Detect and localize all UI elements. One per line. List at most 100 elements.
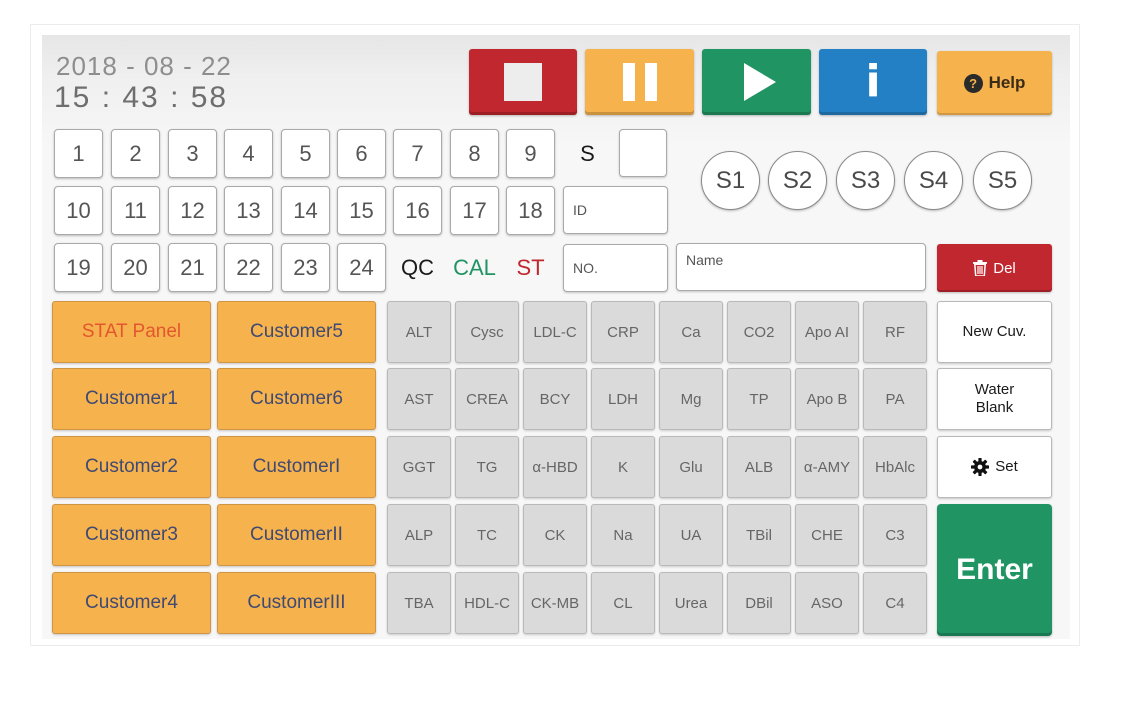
sample-key-10[interactable]: 10 xyxy=(54,186,103,235)
sample-key-17[interactable]: 17 xyxy=(450,186,499,235)
rack-s4-button[interactable]: S4 xyxy=(904,151,963,210)
test-che[interactable]: CHE xyxy=(795,504,859,566)
qc-button[interactable]: QC xyxy=(393,243,442,292)
sample-key-9[interactable]: 9 xyxy=(506,129,555,178)
sample-key-15[interactable]: 15 xyxy=(337,186,386,235)
test-tba[interactable]: TBA xyxy=(387,572,451,634)
water-blank-button[interactable]: Water Blank xyxy=(937,368,1052,430)
id-input[interactable]: ID xyxy=(563,186,668,234)
panel-customer4[interactable]: Customer4 xyxy=(52,572,211,634)
sample-key-11[interactable]: 11 xyxy=(111,186,160,235)
rack-s3-button[interactable]: S3 xyxy=(836,151,895,210)
test-hbalc[interactable]: HbAlc xyxy=(863,436,927,498)
sample-key-14[interactable]: 14 xyxy=(281,186,330,235)
test-bcy[interactable]: BCY xyxy=(523,368,587,430)
rack-s2-button[interactable]: S2 xyxy=(768,151,827,210)
panel-customer3[interactable]: Customer3 xyxy=(52,504,211,566)
test-tp[interactable]: TP xyxy=(727,368,791,430)
sample-key-19[interactable]: 19 xyxy=(54,243,103,292)
sample-key-2[interactable]: 2 xyxy=(111,129,160,178)
test-pa[interactable]: PA xyxy=(863,368,927,430)
sample-key-13[interactable]: 13 xyxy=(224,186,273,235)
sample-key-4[interactable]: 4 xyxy=(224,129,273,178)
panel-customeriii[interactable]: CustomerIII xyxy=(217,572,376,634)
sample-key-16[interactable]: 16 xyxy=(393,186,442,235)
panel-customer2[interactable]: Customer2 xyxy=(52,436,211,498)
cal-button[interactable]: CAL xyxy=(450,243,499,292)
test--amy[interactable]: α-AMY xyxy=(795,436,859,498)
sample-key-21[interactable]: 21 xyxy=(168,243,217,292)
new-cuvette-button[interactable]: New Cuv. xyxy=(937,301,1052,363)
test-rf[interactable]: RF xyxy=(863,301,927,363)
sample-blank-field[interactable] xyxy=(619,129,667,177)
sample-key-20[interactable]: 20 xyxy=(111,243,160,292)
test-tbil[interactable]: TBil xyxy=(727,504,791,566)
test-tc[interactable]: TC xyxy=(455,504,519,566)
test-mg[interactable]: Mg xyxy=(659,368,723,430)
start-button[interactable] xyxy=(702,49,811,115)
test-crea[interactable]: CREA xyxy=(455,368,519,430)
panel-customer5[interactable]: Customer5 xyxy=(217,301,376,363)
sample-key-22[interactable]: 22 xyxy=(224,243,273,292)
st-button[interactable]: ST xyxy=(506,243,555,292)
test-cl[interactable]: CL xyxy=(591,572,655,634)
enter-label: Enter xyxy=(956,553,1033,586)
test--hbd[interactable]: α-HBD xyxy=(523,436,587,498)
sample-key-8[interactable]: 8 xyxy=(450,129,499,178)
no-input[interactable]: NO. xyxy=(563,244,668,292)
test-apo-ai[interactable]: Apo AI xyxy=(795,301,859,363)
sample-key-23[interactable]: 23 xyxy=(281,243,330,292)
test-alt[interactable]: ALT xyxy=(387,301,451,363)
test-glu[interactable]: Glu xyxy=(659,436,723,498)
rack-s5-button[interactable]: S5 xyxy=(973,151,1032,210)
test-ldl-c[interactable]: LDL-C xyxy=(523,301,587,363)
delete-button[interactable]: Del xyxy=(937,244,1052,292)
test-dbil[interactable]: DBil xyxy=(727,572,791,634)
test-alb[interactable]: ALB xyxy=(727,436,791,498)
sample-key-5[interactable]: 5 xyxy=(281,129,330,178)
test-ck[interactable]: CK xyxy=(523,504,587,566)
stop-button[interactable] xyxy=(469,49,577,115)
test-urea[interactable]: Urea xyxy=(659,572,723,634)
sample-key-24[interactable]: 24 xyxy=(337,243,386,292)
sample-key-6[interactable]: 6 xyxy=(337,129,386,178)
pause-button[interactable] xyxy=(585,49,694,115)
sample-key-7[interactable]: 7 xyxy=(393,129,442,178)
test-apo-b[interactable]: Apo B xyxy=(795,368,859,430)
test-k[interactable]: K xyxy=(591,436,655,498)
test-c3[interactable]: C3 xyxy=(863,504,927,566)
enter-button[interactable]: Enter xyxy=(937,504,1052,636)
trash-icon xyxy=(973,260,988,276)
sample-key-12[interactable]: 12 xyxy=(168,186,217,235)
test-ck-mb[interactable]: CK-MB xyxy=(523,572,587,634)
panel-stat-panel[interactable]: STAT Panel xyxy=(52,301,211,363)
panel-customerii[interactable]: CustomerII xyxy=(217,504,376,566)
test-c4[interactable]: C4 xyxy=(863,572,927,634)
test-ua[interactable]: UA xyxy=(659,504,723,566)
test-hdl-c[interactable]: HDL-C xyxy=(455,572,519,634)
sample-key-3[interactable]: 3 xyxy=(168,129,217,178)
test-aso[interactable]: ASO xyxy=(795,572,859,634)
panel-customer6[interactable]: Customer6 xyxy=(217,368,376,430)
info-button[interactable]: i xyxy=(819,49,927,115)
test-na[interactable]: Na xyxy=(591,504,655,566)
test-co2[interactable]: CO2 xyxy=(727,301,791,363)
test-cysc[interactable]: Cysc xyxy=(455,301,519,363)
settings-button[interactable]: Set xyxy=(937,436,1052,498)
test-tg[interactable]: TG xyxy=(455,436,519,498)
panel-customer1[interactable]: Customer1 xyxy=(52,368,211,430)
rack-s1-button[interactable]: S1 xyxy=(701,151,760,210)
time-display: 15 : 43 : 58 xyxy=(54,81,229,114)
help-button[interactable]: ? Help xyxy=(937,51,1052,115)
test-ca[interactable]: Ca xyxy=(659,301,723,363)
sample-key-s[interactable]: S xyxy=(563,129,612,178)
test-alp[interactable]: ALP xyxy=(387,504,451,566)
sample-key-1[interactable]: 1 xyxy=(54,129,103,178)
name-input[interactable]: Name xyxy=(676,243,926,291)
test-crp[interactable]: CRP xyxy=(591,301,655,363)
test-ggt[interactable]: GGT xyxy=(387,436,451,498)
panel-customeri[interactable]: CustomerI xyxy=(217,436,376,498)
test-ldh[interactable]: LDH xyxy=(591,368,655,430)
test-ast[interactable]: AST xyxy=(387,368,451,430)
sample-key-18[interactable]: 18 xyxy=(506,186,555,235)
